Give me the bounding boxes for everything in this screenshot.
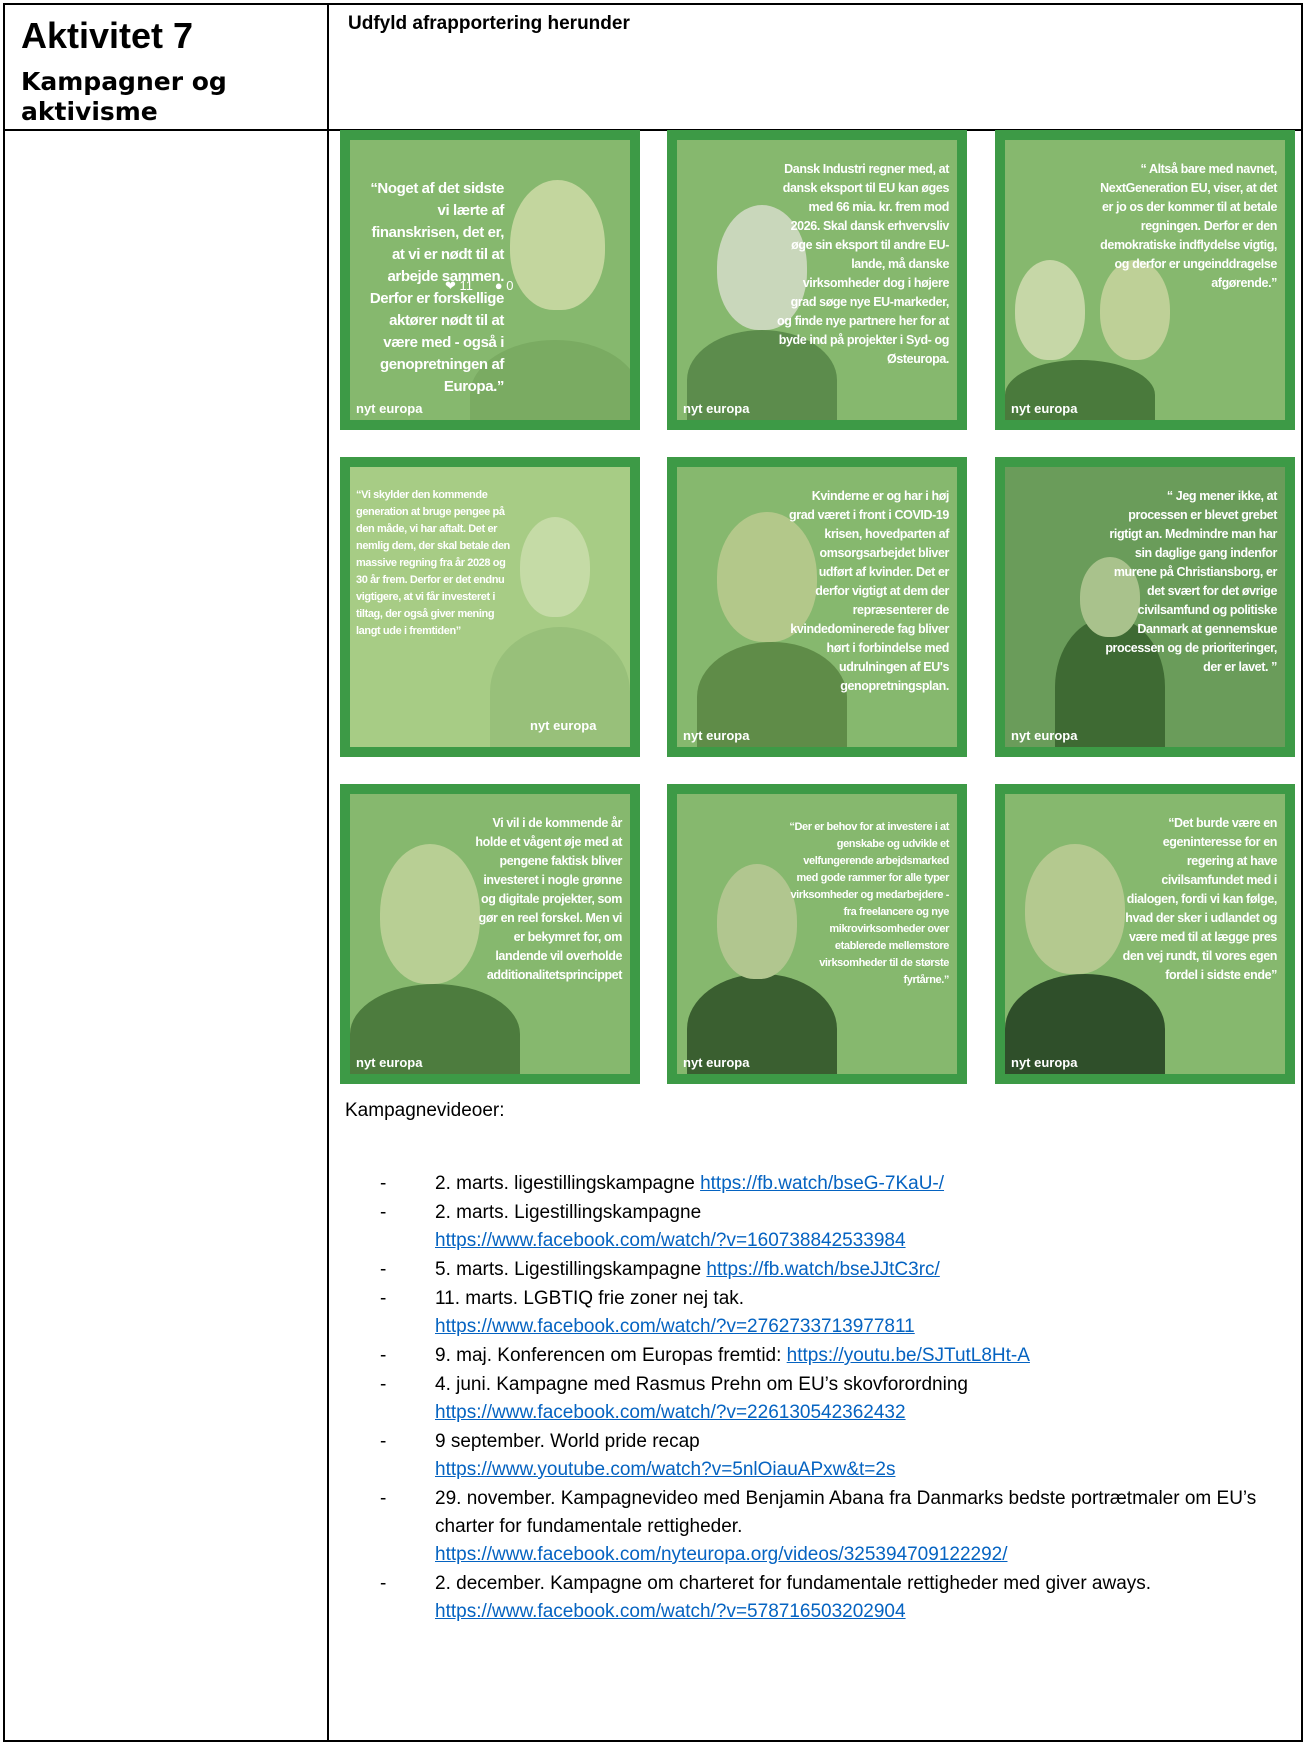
video-link[interactable]: https://fb.watch/bseJJtC3rc/: [706, 1259, 939, 1280]
campaign-image-grid: “Noget af det sidste vi lærte af finansk…: [340, 130, 1295, 1084]
video-description: 29. november. Kampagnevideo med Benjamin…: [435, 1488, 1257, 1537]
like-count: 11: [459, 278, 474, 293]
heart-icon: ❤: [445, 278, 456, 293]
campaign-card: “Vi skylder den kommende generation at b…: [340, 457, 640, 757]
comment-icon: ●: [494, 278, 503, 293]
campaign-card: “Noget af det sidste vi lærte af finansk…: [340, 130, 640, 430]
nyt-europa-logo: nyt europa: [356, 1055, 423, 1070]
list-item: -9. maj. Konferencen om Europas fremtid:…: [380, 1345, 1030, 1366]
video-link[interactable]: https://youtu.be/SJTutL8Ht-A: [787, 1345, 1030, 1366]
card-quote: “Der er behov for at investere i at gens…: [789, 821, 949, 986]
campaign-card: “ Altså bare med navnet, NextGeneration …: [995, 130, 1295, 430]
list-item: -2. marts. ligestillingskampagne https:/…: [380, 1173, 945, 1194]
video-description: 11. marts. LGBTIQ frie zoner nej tak.: [435, 1288, 745, 1309]
video-description: 2. marts. ligestillingskampagne: [435, 1173, 701, 1194]
video-description: 4. juni. Kampagne med Rasmus Prehn om EU…: [435, 1374, 968, 1395]
campaign-card: “Det burde være en egeninteresse for en …: [995, 784, 1295, 1084]
card-quote: Dansk Industri regner med, at dansk eksp…: [777, 162, 949, 366]
card-quote: “Vi skylder den kommende generation at b…: [356, 489, 510, 637]
list-item: -11. marts. LGBTIQ frie zoner nej tak. ht…: [380, 1288, 915, 1337]
list-item: -5. marts. Ligestillingskampagne https:/…: [380, 1259, 940, 1280]
card-quote: “Det burde være en egeninteresse for en …: [1122, 816, 1278, 982]
list-item: -29. november. Kampagnevideo med Benjami…: [380, 1488, 1257, 1565]
video-link[interactable]: https://www.facebook.com/watch/?v=578716…: [435, 1601, 906, 1622]
nyt-europa-logo: nyt europa: [683, 1055, 750, 1070]
card-quote: “ Jeg mener ikke, at processen er blevet…: [1105, 489, 1277, 674]
nyt-europa-logo: nyt europa: [530, 718, 597, 733]
comment-count: 0: [506, 278, 514, 293]
video-description: 9 september. World pride recap: [435, 1431, 700, 1452]
nyt-europa-logo: nyt europa: [1011, 1055, 1078, 1070]
card-quote: Vi vil i de kommende år holde et vågent …: [475, 816, 622, 982]
video-link[interactable]: https://www.youtube.com/watch?v=5nlOiauA…: [435, 1459, 895, 1480]
campaign-card: “ Jeg mener ikke, at processen er blevet…: [995, 457, 1295, 757]
campaign-card: “Der er behov for at investere i at gens…: [667, 784, 967, 1084]
list-item: -2. marts. Ligestillingskampagne https://…: [380, 1202, 906, 1251]
video-link[interactable]: https://www.facebook.com/watch/?v=160738…: [435, 1230, 906, 1251]
card-quote: Kvinderne er og har i høj grad været i f…: [789, 489, 949, 693]
list-item: -2. december. Kampagne om charteret for …: [380, 1573, 1152, 1622]
video-description: 9. maj. Konferencen om Europas fremtid:: [435, 1345, 787, 1366]
nyt-europa-logo: nyt europa: [683, 401, 750, 416]
video-description: 5. marts. Ligestillingskampagne: [435, 1259, 707, 1280]
instruction-text: Udfyld afrapportering herunder: [348, 13, 630, 34]
videos-label: Kampagnevideoer:: [345, 1100, 505, 1121]
campaign-card: Vi vil i de kommende år holde et vågent …: [340, 784, 640, 1084]
post-stats-overlay: ❤ 11 ● 0: [445, 278, 513, 294]
video-list: -2. marts. ligestillingskampagne https:/…: [345, 1170, 1285, 1627]
video-link[interactable]: https://www.facebook.com/watch/?v=226130…: [435, 1402, 906, 1423]
list-item: -9 september. World pride recap https://w…: [380, 1431, 896, 1480]
nyt-europa-logo: nyt europa: [683, 728, 750, 743]
campaign-card: Dansk Industri regner med, at dansk eksp…: [667, 130, 967, 430]
nyt-europa-logo: nyt europa: [1011, 401, 1078, 416]
activity-title: Aktivitet 7: [21, 15, 194, 56]
list-item: -4. juni. Kampagne med Rasmus Prehn om E…: [380, 1374, 968, 1423]
video-description: 2. december. Kampagne om charteret for f…: [435, 1573, 1152, 1594]
activity-subtitle: Kampagner og aktivisme: [21, 67, 227, 126]
video-link[interactable]: https://www.facebook.com/watch/?v=276273…: [435, 1316, 915, 1337]
campaign-card: Kvinderne er og har i høj grad været i f…: [667, 457, 967, 757]
nyt-europa-logo: nyt europa: [356, 401, 423, 416]
video-link[interactable]: https://www.facebook.com/nyteuropa.org/v…: [435, 1544, 1008, 1565]
video-description: 2. marts. Ligestillingskampagne: [435, 1202, 702, 1223]
card-quote: “ Altså bare med navnet, NextGeneration …: [1100, 162, 1277, 290]
column-divider: [327, 5, 329, 1740]
video-link[interactable]: https://fb.watch/bseG-7KaU-/: [700, 1173, 944, 1194]
nyt-europa-logo: nyt europa: [1011, 728, 1078, 743]
